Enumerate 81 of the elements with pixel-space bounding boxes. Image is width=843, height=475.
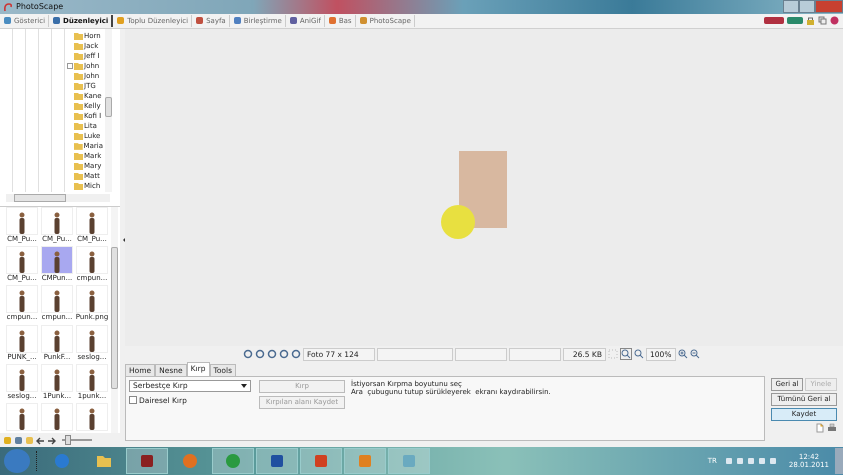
back-arrow-icon[interactable] bbox=[36, 436, 45, 445]
app-icon bbox=[269, 453, 285, 470]
forward-arrow-icon[interactable] bbox=[47, 436, 56, 445]
figure-icon bbox=[53, 212, 61, 234]
figure-icon bbox=[53, 251, 61, 274]
figure-icon bbox=[18, 330, 26, 352]
app-icon bbox=[139, 453, 155, 470]
note-icon bbox=[401, 453, 417, 470]
figure-icon bbox=[88, 290, 96, 312]
copy-icon[interactable] bbox=[818, 16, 827, 26]
menu-icon[interactable] bbox=[764, 17, 784, 24]
taskbar-button[interactable] bbox=[300, 448, 342, 474]
tools-icon[interactable] bbox=[14, 436, 23, 445]
tab-icon bbox=[328, 16, 337, 26]
window-title: PhotoScape bbox=[16, 2, 64, 12]
figure-icon bbox=[53, 408, 61, 430]
taskbar-button[interactable] bbox=[126, 448, 168, 474]
checkbox[interactable] bbox=[129, 396, 137, 404]
figure-icon bbox=[53, 368, 61, 391]
thumbnail[interactable] bbox=[76, 402, 108, 431]
expand-toggle[interactable] bbox=[67, 62, 73, 69]
thumbnail[interactable] bbox=[6, 206, 38, 235]
printer-icon[interactable] bbox=[827, 422, 837, 433]
figure-icon bbox=[88, 330, 96, 352]
thumbnail[interactable] bbox=[76, 206, 108, 235]
cursor-highlight bbox=[441, 204, 475, 239]
thumbnail[interactable] bbox=[41, 324, 73, 352]
figure-icon bbox=[88, 251, 96, 274]
figure-icon bbox=[88, 212, 96, 234]
help-icon[interactable] bbox=[830, 16, 839, 26]
figure-icon bbox=[53, 290, 61, 312]
minimize-button[interactable] bbox=[783, 0, 799, 13]
scrollbar[interactable] bbox=[105, 28, 112, 192]
figure-icon bbox=[18, 290, 26, 312]
tab-icon bbox=[3, 16, 12, 26]
magnifier-icon bbox=[621, 349, 631, 360]
size-slider[interactable] bbox=[62, 435, 92, 446]
thumbnail[interactable] bbox=[6, 364, 38, 392]
tab-icon bbox=[288, 16, 298, 26]
figure-icon bbox=[53, 330, 61, 352]
app-icon bbox=[357, 453, 373, 470]
figure-icon bbox=[88, 408, 96, 430]
tab-icon bbox=[116, 16, 126, 26]
figure-icon bbox=[18, 408, 26, 430]
start-button[interactable] bbox=[4, 449, 30, 474]
lock-icon[interactable] bbox=[806, 16, 815, 26]
fit-zoom-button[interactable] bbox=[620, 348, 632, 360]
thumbnail[interactable] bbox=[41, 206, 73, 235]
thumbnail[interactable] bbox=[41, 364, 73, 392]
tab-icon bbox=[195, 16, 204, 26]
caret-icon bbox=[241, 384, 247, 388]
thumbnail[interactable] bbox=[41, 285, 73, 314]
thumbnail[interactable] bbox=[76, 246, 108, 274]
scrollbar[interactable] bbox=[6, 194, 110, 202]
thumbnail[interactable] bbox=[41, 246, 73, 274]
zoom-in-icon[interactable] bbox=[678, 349, 688, 360]
app-logo-icon bbox=[3, 2, 13, 12]
thumbnail[interactable] bbox=[6, 402, 38, 431]
figure-icon bbox=[88, 368, 96, 391]
tab-icon bbox=[232, 16, 242, 26]
tab-icon bbox=[52, 16, 62, 26]
thumbnail[interactable] bbox=[41, 402, 73, 431]
thumbnail[interactable] bbox=[6, 246, 38, 274]
tab-icon bbox=[358, 16, 368, 26]
magnifier-icon[interactable] bbox=[634, 349, 644, 360]
figure-icon bbox=[18, 368, 26, 391]
figure-icon bbox=[18, 212, 26, 234]
thumbnail[interactable] bbox=[76, 324, 108, 352]
thumbnail[interactable] bbox=[6, 324, 38, 352]
folder-icon bbox=[96, 453, 112, 470]
taskbar-button[interactable] bbox=[256, 448, 298, 474]
thumbnail[interactable] bbox=[6, 285, 38, 314]
toggle-icon[interactable] bbox=[787, 17, 803, 24]
new-file-icon[interactable] bbox=[815, 422, 825, 433]
app-icon bbox=[313, 453, 329, 470]
figure-icon bbox=[18, 251, 26, 274]
scrollbar[interactable] bbox=[111, 206, 118, 434]
thumbnail[interactable] bbox=[76, 285, 108, 314]
zoom-out-icon[interactable] bbox=[690, 349, 700, 360]
maximize-button[interactable] bbox=[799, 0, 815, 13]
thumbnail[interactable] bbox=[76, 364, 108, 392]
